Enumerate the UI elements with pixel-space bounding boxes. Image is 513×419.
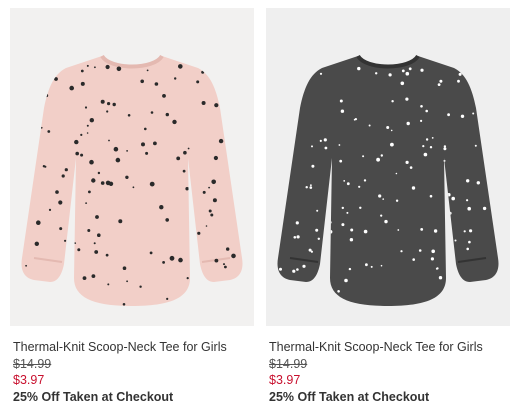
sale-price: $3.97 bbox=[269, 373, 301, 387]
product-image[interactable] bbox=[10, 8, 254, 326]
original-price: $14.99 bbox=[269, 357, 308, 371]
product-title[interactable]: Thermal-Knit Scoop-Neck Tee for Girls bbox=[269, 340, 483, 354]
promo-text: 25% Off Taken at Checkout bbox=[269, 390, 430, 404]
product-card[interactable]: Thermal-Knit Scoop-Neck Tee for Girls $1… bbox=[10, 0, 254, 419]
charcoal-polka-dot-tee-image bbox=[277, 54, 499, 306]
product-card[interactable]: Thermal-Knit Scoop-Neck Tee for Girls $1… bbox=[266, 0, 510, 419]
sale-price: $3.97 bbox=[13, 373, 45, 387]
promo-text: 25% Off Taken at Checkout bbox=[13, 390, 174, 404]
original-price: $14.99 bbox=[13, 357, 52, 371]
product-image[interactable] bbox=[266, 8, 510, 326]
product-title[interactable]: Thermal-Knit Scoop-Neck Tee for Girls bbox=[13, 340, 227, 354]
pink-polka-dot-tee-image bbox=[21, 54, 243, 306]
